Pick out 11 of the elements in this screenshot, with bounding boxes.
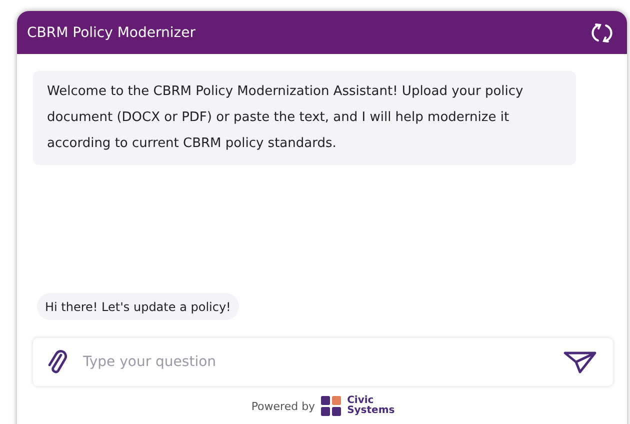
message-input-field[interactable]: Type your question [81, 353, 549, 371]
send-icon[interactable] [563, 350, 597, 374]
logo-text: Systems [347, 406, 395, 416]
logo-text: Civic [347, 396, 374, 406]
powered-by-label: Powered by [251, 400, 316, 412]
refresh-icon[interactable] [591, 22, 613, 44]
paperclip-icon[interactable] [47, 349, 67, 375]
logo-icon [321, 396, 342, 416]
bot-message: Welcome to the CBRM Policy Modernization Assistant! Upload your policy document (DOCX or PDF) or paste the text, and I will help modernize it according to current CBRM policy standards. [33, 71, 576, 165]
suggestion-chip[interactable]: Hi there! Let's update a policy! [37, 293, 239, 320]
widget-title: CBRM Policy Modernizer [27, 24, 196, 40]
